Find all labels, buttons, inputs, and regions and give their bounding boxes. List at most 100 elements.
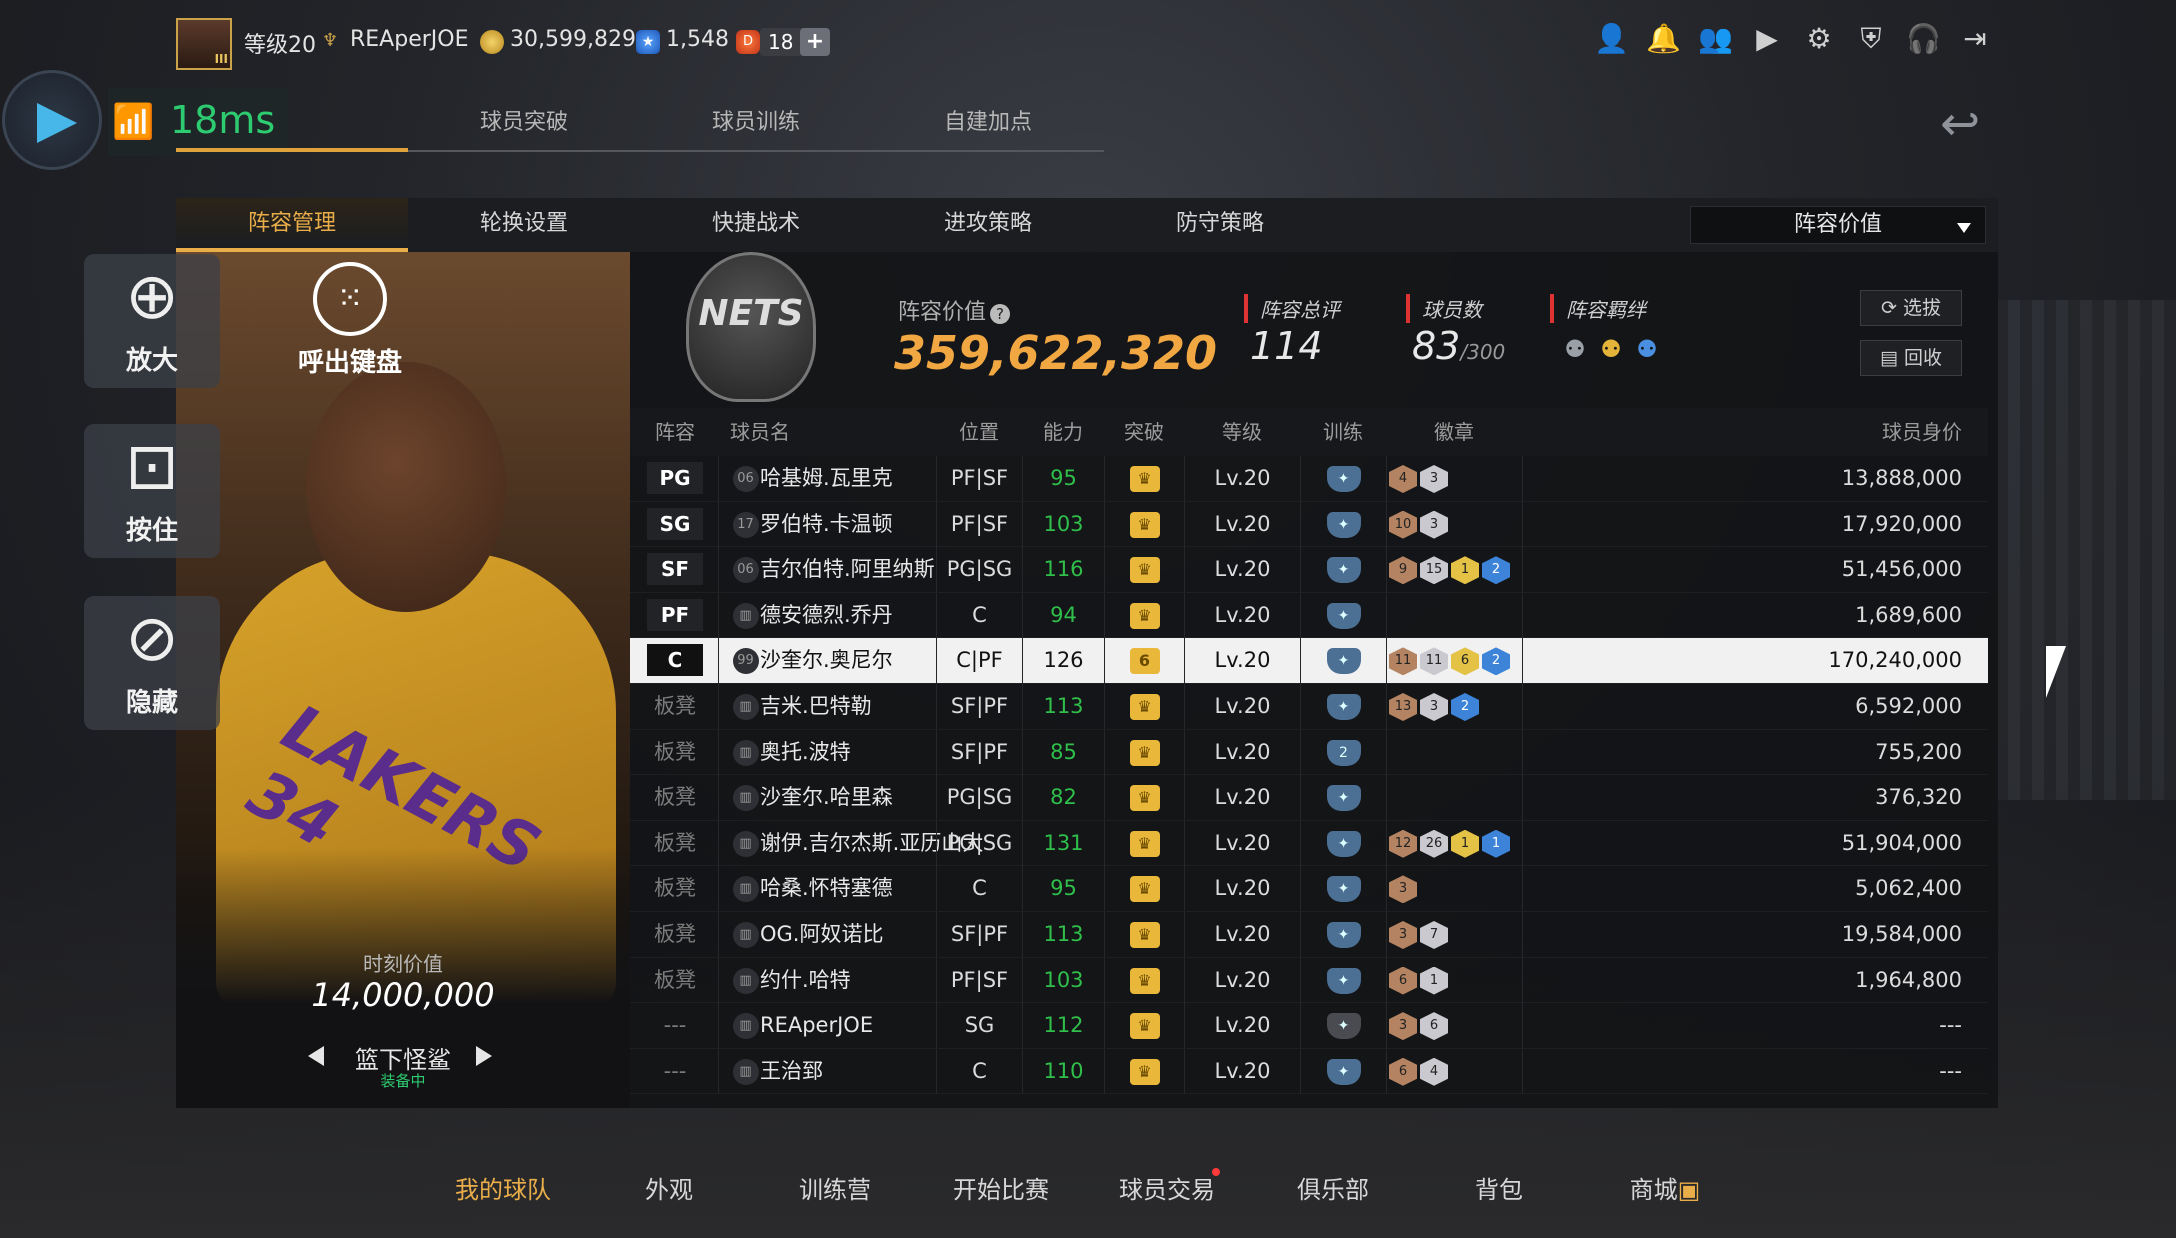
avatar[interactable]: III <box>176 18 232 70</box>
training-cell[interactable]: ✦ <box>1300 1003 1386 1049</box>
lineup-cell[interactable]: 板凳 <box>630 958 720 1003</box>
profile-icon[interactable]: 👤 <box>1594 22 1629 56</box>
breakthrough-cell[interactable]: ♛ <box>1104 866 1184 912</box>
badges-cell[interactable]: 9 15 1 2 <box>1386 547 1522 593</box>
table-row[interactable]: --- ▥ 王治郅 C 110 ♛ Lv.20 ✦ 6 4 --- <box>630 1048 1988 1095</box>
tab-offense[interactable]: 进攻策略 <box>872 198 1104 252</box>
breakthrough-cell[interactable]: ♛ <box>1104 820 1184 866</box>
training-cell[interactable]: 2 <box>1300 729 1386 775</box>
tab-defense[interactable]: 防守策略 <box>1104 198 1336 252</box>
breakthrough-cell[interactable]: ♛ <box>1104 1003 1184 1049</box>
lineup-cell[interactable]: 板凳 <box>630 775 720 820</box>
help-icon[interactable]: ? <box>990 304 1011 324</box>
player-name[interactable]: OG.阿奴诺比 <box>760 912 936 957</box>
lineup-cell[interactable]: SF <box>630 547 720 592</box>
training-cell[interactable]: ✦ <box>1300 775 1386 821</box>
training-cell[interactable]: ✦ <box>1300 957 1386 1003</box>
breakthrough-cell[interactable]: ♛ <box>1104 729 1184 775</box>
training-cell[interactable]: ✦ <box>1300 592 1386 638</box>
tab-lineup[interactable]: 阵容管理 <box>176 198 408 252</box>
badges-cell[interactable]: 61 <box>1386 957 1522 1003</box>
nav-shop[interactable]: 商城▣ <box>1582 1170 1748 1205</box>
table-row[interactable]: 板凳 ▥ 谢伊.吉尔杰斯.亚历山大 PG|SG 131 ♛ Lv.20 ✦ 12 26 1 1 51,9… <box>630 820 1988 867</box>
badges-cell[interactable] <box>1386 592 1522 638</box>
sort-select[interactable]: 阵容价值 <box>1690 206 1986 244</box>
player-name[interactable]: 沙奎尔.哈里森 <box>760 775 936 820</box>
table-row[interactable]: 板凳 ▥ 约什.哈特 PF|SF 103 ♛ Lv.20 ✦ 6 1 1,964,800 <box>630 957 1988 1004</box>
hold-button[interactable]: ⊡ 按住 <box>84 424 220 558</box>
table-row[interactable]: 板凳 ▥ 奥托.波特 SF|PF 85 ♛ Lv.20 2 755,200 <box>630 729 1988 776</box>
player-name[interactable]: 谢伊.吉尔杰斯.亚历山大 <box>760 821 983 866</box>
recycle-button[interactable]: ▤ 回收 <box>1860 340 1962 376</box>
lineup-cell[interactable]: --- <box>630 1049 720 1094</box>
training-cell[interactable]: ✦ <box>1300 1048 1386 1094</box>
lineup-cell[interactable]: 板凳 <box>630 912 720 957</box>
video-icon[interactable]: ▶ <box>1750 22 1784 56</box>
table-row[interactable]: SF 06 吉尔伯特.阿里纳斯 PG|SG 116 ♛ Lv.20 ✦ 9 15 1 2 51,456,… <box>630 547 1988 593</box>
bell-icon[interactable]: 🔔 <box>1646 22 1681 56</box>
back-arrow-icon[interactable]: ↩ <box>1940 96 1980 152</box>
breakthrough-cell[interactable]: ♛ <box>1104 456 1184 501</box>
headset-icon[interactable]: 🎧 <box>1906 22 1941 56</box>
breakthrough-cell[interactable]: ♛ <box>1104 683 1184 729</box>
hide-button[interactable]: ⊘ 隐藏 <box>84 596 220 730</box>
player-name[interactable]: 沙奎尔.奥尼尔 <box>760 638 936 683</box>
breakthrough-cell[interactable]: ♛ <box>1104 911 1184 957</box>
player-name[interactable]: 德安德烈.乔丹 <box>760 593 936 638</box>
training-cell[interactable]: ✦ <box>1300 683 1386 729</box>
badges-cell[interactable]: 12 26 1 1 <box>1386 820 1522 866</box>
col-lineup[interactable]: 阵容 <box>630 408 720 456</box>
tab-quick-tactics[interactable]: 快捷战术 <box>640 198 872 252</box>
badges-cell[interactable]: 10 3 <box>1386 501 1522 547</box>
player-name[interactable]: 哈基姆.瓦里克 <box>760 456 936 501</box>
logout-icon[interactable]: ⇥ <box>1958 22 1992 56</box>
lineup-cell[interactable]: 板凳 <box>630 866 720 911</box>
table-row[interactable]: PG 06 哈基姆.瓦里克 PF|SF 95 ♛ Lv.20 ✦ 4 3 13,888,000 <box>630 456 1988 502</box>
breakthrough-cell[interactable]: ♛ <box>1104 775 1184 821</box>
player-name[interactable]: 罗伯特.卡温顿 <box>760 502 936 547</box>
player-name[interactable]: REAperJOE <box>760 1003 936 1048</box>
training-cell[interactable]: ✦ <box>1300 820 1386 866</box>
gear-icon[interactable]: ⚙ <box>1802 22 1836 56</box>
training-cell[interactable]: ✦ <box>1300 501 1386 547</box>
nav-my-team[interactable]: 我的球队 <box>420 1170 586 1205</box>
player-name[interactable]: 约什.哈特 <box>760 958 936 1003</box>
nav-club[interactable]: 俱乐部 <box>1250 1170 1416 1205</box>
breakthrough-cell[interactable]: ♛ <box>1104 501 1184 547</box>
lineup-cell[interactable]: PG <box>630 456 720 501</box>
table-row[interactable]: 板凳 ▥ OG.阿奴诺比 SF|PF 113 ♛ Lv.20 ✦ 3 7 19,584,000 <box>630 911 1988 958</box>
training-cell[interactable]: ✦ <box>1300 911 1386 957</box>
badges-cell[interactable]: 36 <box>1386 1003 1522 1049</box>
badges-cell[interactable]: 3 <box>1386 866 1522 912</box>
col-position[interactable]: 位置 <box>936 408 1022 456</box>
breakthrough-cell[interactable]: ♛ <box>1104 547 1184 593</box>
player-name[interactable]: 哈桑.怀特塞德 <box>760 866 936 911</box>
col-badges[interactable]: 徽章 <box>1386 408 1522 456</box>
lineup-cell[interactable]: PF <box>630 593 720 638</box>
table-row[interactable]: PF ▥ 德安德烈.乔丹 C 94 ♛ Lv.20 ✦ 1,689,600 <box>630 592 1988 639</box>
nav-training-camp[interactable]: 训练营 <box>752 1170 918 1205</box>
next-skin-icon[interactable] <box>476 1046 492 1066</box>
scout-button[interactable]: ⟳ 选拔 <box>1860 290 1962 326</box>
table-row[interactable]: --- ▥ REAperJOE SG 112 ♛ Lv.20 ✦ 3 6 --- <box>630 1003 1988 1049</box>
col-price[interactable]: 球员身价 <box>1522 408 1962 456</box>
col-training[interactable]: 训练 <box>1300 408 1386 456</box>
training-cell[interactable]: ✦ <box>1300 456 1386 501</box>
training-cell[interactable]: ✦ <box>1300 638 1386 684</box>
lineup-cell[interactable]: C <box>630 638 720 683</box>
training-cell[interactable]: ✦ <box>1300 866 1386 912</box>
shield-settings-icon[interactable]: ⛨ <box>1854 22 1888 56</box>
breakthrough-cell[interactable]: ♛ <box>1104 592 1184 638</box>
zoom-button[interactable]: ⊕ 放大 <box>84 254 220 388</box>
badges-cell[interactable] <box>1386 729 1522 775</box>
table-row[interactable]: SG 17 罗伯特.卡温顿 PF|SF 103 ♛ Lv.20 ✦ 10 3 17,920,000 <box>630 501 1988 548</box>
lineup-cell[interactable]: --- <box>630 1003 720 1048</box>
nav-player-trade[interactable]: 球员交易 <box>1084 1168 1250 1205</box>
col-level[interactable]: 等级 <box>1184 408 1300 456</box>
training-cell[interactable]: ✦ <box>1300 547 1386 593</box>
breakthrough-cell[interactable]: 6 <box>1104 638 1184 684</box>
keyboard-button[interactable]: ⁙ 呼出键盘 <box>290 262 410 386</box>
table-row[interactable]: 板凳 ▥ 沙奎尔.哈里森 PG|SG 82 ♛ Lv.20 ✦ 376,320 <box>630 775 1988 821</box>
breakthrough-cell[interactable]: ♛ <box>1104 1048 1184 1094</box>
table-row[interactable]: 板凳 ▥ 哈桑.怀特塞德 C 95 ♛ Lv.20 ✦ 3 5,062,400 <box>630 866 1988 912</box>
